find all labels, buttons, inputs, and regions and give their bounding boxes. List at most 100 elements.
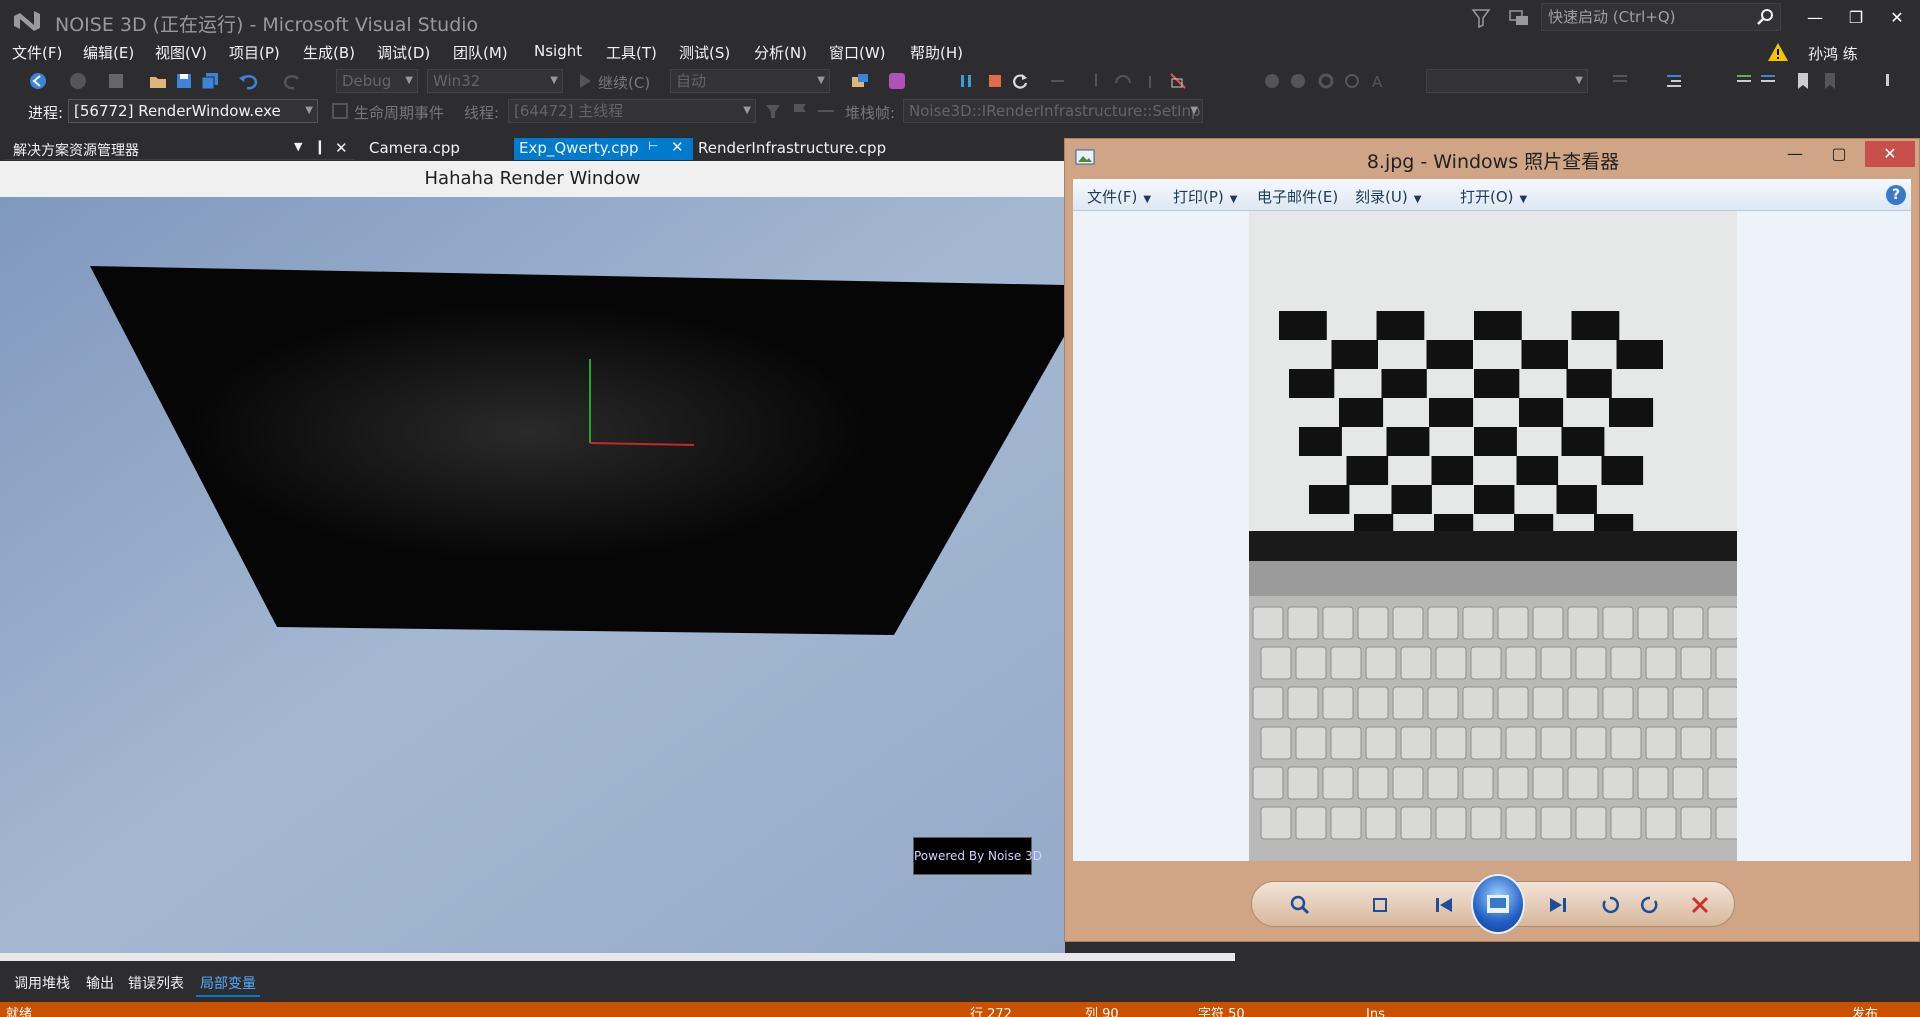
slideshow-button[interactable] <box>1471 874 1525 934</box>
attach-icon[interactable] <box>850 71 870 91</box>
help-icon[interactable]: ? <box>1886 185 1906 205</box>
menu-view[interactable]: 视图(V) <box>155 42 207 63</box>
menu-debug[interactable]: 调试(D) <box>377 42 430 63</box>
panel-dropdown-icon[interactable]: ▼ <box>294 140 302 153</box>
zoom-icon[interactable] <box>1288 893 1312 917</box>
thread-select[interactable]: [64472] 主线程 ▼ <box>508 99 756 123</box>
tab-error-list[interactable]: 错误列表 <box>124 971 188 995</box>
next-icon[interactable] <box>1546 893 1570 917</box>
break-all-icon[interactable] <box>956 71 976 91</box>
new-project-icon[interactable] <box>106 71 126 91</box>
tab-call-stack[interactable]: 调用堆栈 <box>10 971 74 995</box>
continue-icon[interactable] <box>575 71 595 91</box>
restore-button[interactable]: ❐ <box>1836 4 1876 32</box>
lifecycle-events-label[interactable]: 生命周期事件 <box>354 102 444 123</box>
step-out-icon[interactable] <box>1140 71 1160 91</box>
comment-icon[interactable] <box>1610 71 1630 91</box>
menu-window[interactable]: 窗口(W) <box>829 42 886 63</box>
photo-image[interactable] <box>1249 211 1737 861</box>
delete-icon[interactable] <box>1688 893 1712 917</box>
lifecycle-icon[interactable] <box>330 101 350 121</box>
menu-help[interactable]: 帮助(H) <box>910 42 963 63</box>
pv-menu-file[interactable]: 文件(F) ▼ <box>1087 186 1151 207</box>
continue-label[interactable]: 继续(C) <box>598 72 650 93</box>
pv-menu-open[interactable]: 打开(O) ▼ <box>1460 186 1527 207</box>
solution-config-select[interactable]: Debug ▼ <box>336 69 418 93</box>
menu-project[interactable]: 项目(P) <box>229 42 280 63</box>
render-viewport[interactable] <box>0 197 1065 953</box>
photo-viewer-window[interactable]: 8.jpg - Windows 照片查看器 — ▢ ✕ 文件(F) ▼ 打印(P)… <box>1064 138 1920 942</box>
redo-icon[interactable] <box>283 71 303 91</box>
pv-menu-email[interactable]: 电子邮件(E) <box>1257 186 1338 207</box>
rotate-left-icon[interactable] <box>1598 893 1622 917</box>
tab-render-infrastructure-cpp[interactable]: RenderInfrastructure.cpp <box>693 138 891 160</box>
menu-analyze[interactable]: 分析(N) <box>754 42 807 63</box>
font-icon[interactable]: A <box>1368 71 1388 91</box>
quick-launch-box[interactable] <box>1541 3 1781 31</box>
solution-explorer-header[interactable]: 解决方案资源管理器 ▼ ❙ ✕ <box>4 138 354 160</box>
refresh-icon[interactable] <box>1342 71 1362 91</box>
bookmark-icon[interactable] <box>1793 71 1813 91</box>
toolbar-options-icon[interactable] <box>1880 71 1900 91</box>
panel-close-icon[interactable]: ✕ <box>335 139 348 157</box>
tab-close-icon[interactable]: ✕ <box>671 138 684 156</box>
show-next-statement-icon[interactable] <box>1048 71 1068 91</box>
save-all-icon[interactable] <box>200 71 220 91</box>
outdent-icon[interactable] <box>1664 71 1684 91</box>
pv-close-button[interactable]: ✕ <box>1865 141 1915 167</box>
status-publish[interactable]: 发布 <box>1852 1002 1878 1017</box>
undo-icon[interactable] <box>238 71 258 91</box>
menu-test[interactable]: 测试(S) <box>679 42 730 63</box>
rotate-right-icon[interactable] <box>1638 893 1662 917</box>
warning-icon[interactable] <box>1767 42 1789 62</box>
minimize-button[interactable]: — <box>1795 4 1835 32</box>
show-flagged-icon[interactable] <box>816 101 836 121</box>
menu-nsight[interactable]: Nsight <box>534 42 582 60</box>
settings-gear-icon[interactable] <box>1316 71 1336 91</box>
quick-launch-input[interactable] <box>1542 4 1752 30</box>
pin-icon[interactable]: ❙ <box>314 139 326 155</box>
open-file-icon[interactable] <box>148 71 168 91</box>
stack-frame-select[interactable]: Noise3D::IRenderInfrastructure::SetInp ▼ <box>903 99 1203 123</box>
menu-file[interactable]: 文件(F) <box>12 42 62 63</box>
pv-maximize-button[interactable]: ▢ <box>1817 141 1861 167</box>
diagnostics-icon[interactable] <box>887 71 907 91</box>
format-icon[interactable] <box>1758 71 1778 91</box>
restart-icon[interactable] <box>1010 71 1030 91</box>
filter-icon[interactable] <box>1470 6 1492 30</box>
search-icon[interactable] <box>1756 7 1776 27</box>
platform-select[interactable]: Win32 ▼ <box>427 69 563 93</box>
menu-team[interactable]: 团队(M) <box>453 42 508 63</box>
tab-camera-cpp[interactable]: Camera.cpp <box>364 138 465 160</box>
actual-size-icon[interactable] <box>1368 893 1392 917</box>
close-button[interactable]: ✕ <box>1877 4 1917 32</box>
tab-output[interactable]: 输出 <box>82 971 118 995</box>
tab-exp-qwerty-cpp[interactable]: Exp_Qwerty.cpp ⊢ ✕ <box>514 138 693 160</box>
photo-viewer-titlebar[interactable]: 8.jpg - Windows 照片查看器 — ▢ ✕ <box>1065 139 1920 175</box>
tab-pin-icon[interactable]: ⊢ <box>648 139 658 153</box>
indent-icon[interactable] <box>1734 71 1754 91</box>
render-window[interactable]: Hahaha Render Window Powered By Noise 3D <box>0 161 1065 953</box>
back-icon[interactable] <box>28 71 48 91</box>
hex-display-icon[interactable] <box>1168 71 1188 91</box>
menu-build[interactable]: 生成(B) <box>303 42 355 63</box>
tab-locals[interactable]: 局部变量 <box>196 971 260 997</box>
find-combo[interactable]: ▼ <box>1426 69 1588 93</box>
horizontal-scrollbar[interactable] <box>0 953 1235 961</box>
pv-menu-print[interactable]: 打印(P) ▼ <box>1173 186 1237 207</box>
menu-tools[interactable]: 工具(T) <box>606 42 657 63</box>
save-icon[interactable] <box>174 71 194 91</box>
forward-icon[interactable] <box>68 71 88 91</box>
step-into-icon[interactable] <box>1086 71 1106 91</box>
filter-threads-icon[interactable] <box>763 101 783 121</box>
nav-forward-icon[interactable] <box>1288 71 1308 91</box>
stop-debugging-icon[interactable] <box>985 71 1005 91</box>
pv-minimize-button[interactable]: — <box>1775 141 1815 167</box>
process-select[interactable]: [56772] RenderWindow.exe ▼ <box>68 99 318 123</box>
step-over-icon[interactable] <box>1113 71 1133 91</box>
previous-icon[interactable] <box>1432 893 1456 917</box>
user-name[interactable]: 孙鸿 练 <box>1808 43 1858 64</box>
menu-edit[interactable]: 编辑(E) <box>83 42 134 63</box>
pv-menu-burn[interactable]: 刻录(U) ▼ <box>1355 186 1421 207</box>
auto-select[interactable]: 自动 ▼ <box>670 69 830 93</box>
